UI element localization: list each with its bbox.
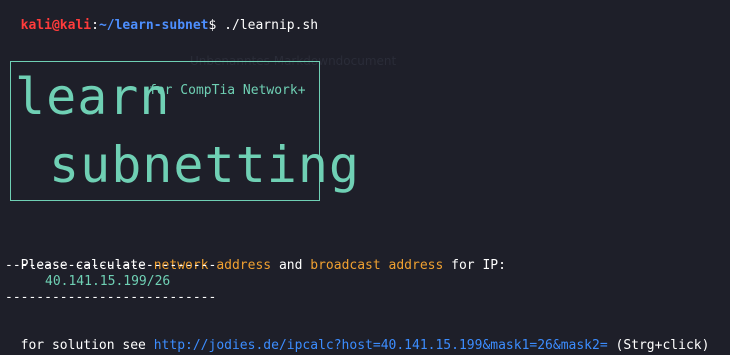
solution-hint: (Strg+click) — [607, 338, 710, 353]
question-and: and — [271, 258, 311, 273]
solution-line: for solution see http://jodies.de/ipcalc… — [5, 322, 710, 354]
ip-value: 40.141.15.199/26 — [45, 274, 171, 289]
banner-word-learn: learn — [15, 68, 171, 126]
divider-bottom: --------------------------- — [5, 290, 217, 305]
divider-top: --------------------------- — [5, 258, 217, 273]
prompt-command: ./learnip.sh — [216, 18, 319, 33]
question-suffix: for IP: — [443, 258, 506, 273]
solution-prefix: for solution see — [20, 338, 154, 353]
banner-word-subnetting: subnetting — [49, 136, 361, 194]
solution-link[interactable]: http://jodies.de/ipcalc?host=40.141.15.1… — [154, 338, 608, 353]
ascii-banner: learn for CompTia Network+ subnetting — [10, 61, 359, 201]
prompt-user-host: kali@kali — [20, 18, 92, 33]
term-broadcast-address: broadcast address — [310, 258, 444, 273]
prompt-line: kali@kali:~/learn-subnet$ ./learnip.sh — [5, 2, 318, 34]
banner-subtitle: for CompTia Network+ — [149, 83, 306, 98]
prompt-cwd: ~/learn-subnet — [98, 18, 209, 33]
prompt-separator: : — [91, 18, 99, 33]
